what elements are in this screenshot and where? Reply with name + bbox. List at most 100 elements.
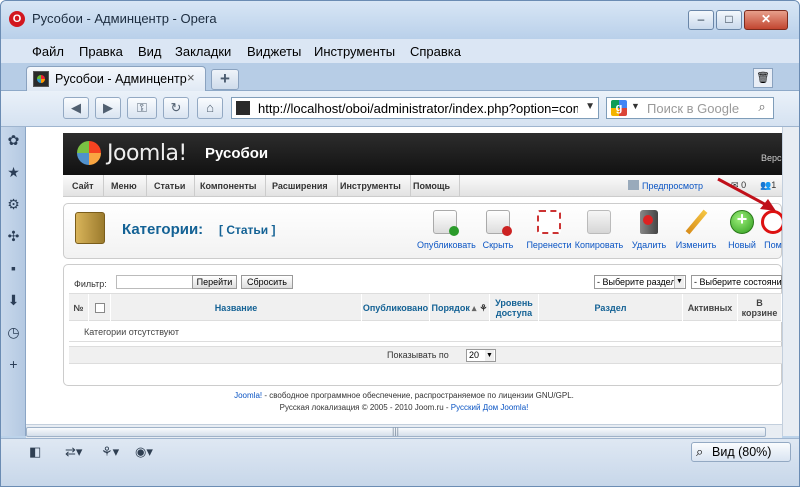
address-bar[interactable]: http://localhost/oboi/administrator/inde… — [231, 97, 599, 119]
col-select-all[interactable] — [89, 294, 111, 322]
globe-icon[interactable]: ◉▾ — [135, 443, 153, 461]
new-tab-button[interactable]: + — [211, 69, 239, 90]
col-number: № — [69, 294, 89, 322]
red-arrow-annotation — [717, 177, 776, 211]
page-size-dropdown-icon: ▼ — [485, 350, 494, 361]
close-button[interactable]: ✕ — [744, 10, 788, 30]
footer-line1: Joomla! - свободное программное обеспече… — [26, 391, 782, 400]
pagination: Показывать по 20 ▼ — [69, 346, 782, 364]
go-button[interactable]: Перейти — [192, 275, 237, 289]
opera-logo-icon: O — [9, 11, 25, 27]
search-placeholder[interactable]: Поиск в Google — [647, 101, 739, 116]
col-published[interactable]: Опубликовано — [362, 294, 430, 322]
menu-widgets[interactable]: Виджеты — [247, 44, 301, 59]
unpublish-label: Скрыть — [482, 240, 514, 250]
publish-icon — [433, 210, 459, 236]
forward-button[interactable]: ▶ — [95, 97, 121, 119]
google-engine-icon[interactable]: g — [611, 100, 627, 116]
back-button[interactable]: ◀ — [63, 97, 89, 119]
publish-label: Опубликовать — [417, 240, 476, 250]
col-section[interactable]: Раздел — [539, 294, 683, 322]
menu-view[interactable]: Вид — [138, 44, 162, 59]
col-title[interactable]: Название — [111, 294, 362, 322]
preview-link[interactable]: Предпросмотр — [628, 180, 703, 191]
menu-help[interactable]: Справка — [410, 44, 461, 59]
search-icon[interactable]: ⌕ — [753, 99, 771, 117]
state-select-value: - Выберите состояние - — [694, 277, 782, 287]
publish-button[interactable]: Опубликовать — [417, 210, 476, 250]
sync-icon[interactable]: ⇄▾ — [65, 443, 82, 461]
home-button[interactable]: ⌂ — [197, 97, 223, 119]
pencil-icon — [684, 210, 708, 234]
add-panel-icon[interactable]: + — [5, 356, 22, 373]
wand-key-button[interactable]: ⚿ — [127, 97, 157, 119]
col-access[interactable]: Уровень доступа — [490, 294, 539, 322]
site-favicon-icon — [236, 101, 250, 115]
arrow-shaft — [717, 177, 771, 209]
widgets-icon[interactable]: ⚙ — [5, 196, 22, 213]
state-select[interactable]: - Выберите состояние - — [691, 275, 782, 289]
col-trashed: В корзине — [738, 294, 782, 322]
col-order[interactable]: Порядок ▴ ⚘ — [430, 294, 490, 322]
unite-icon[interactable]: ✣ — [5, 228, 22, 245]
section-select-value: - Выберите раздел - — [597, 277, 682, 287]
joomla-menu: Сайт Меню Статьи Компоненты Расширения И… — [63, 175, 782, 197]
jmenu-site[interactable]: Сайт — [63, 175, 104, 197]
zoom-icon: ⌕ — [696, 444, 704, 459]
unpublish-icon — [486, 210, 512, 236]
side-panel: ✿ ★ ⚙ ✣ ▪ ⬇ ◷ + — [1, 127, 26, 436]
copy-icon — [587, 210, 611, 234]
save-order-icon[interactable]: ⚘ — [479, 303, 487, 313]
page-size-select[interactable]: 20 ▼ — [466, 349, 496, 362]
jmenu-extensions[interactable]: Расширения — [263, 175, 338, 197]
maximize-button[interactable]: □ — [716, 10, 742, 30]
joomla-link[interactable]: Joomla! — [234, 391, 262, 400]
address-dropdown-icon[interactable]: ▼ — [585, 101, 595, 112]
select-all-checkbox[interactable] — [94, 303, 105, 313]
footer-line2: Русская локализация © 2005 - 2010 Joom.r… — [26, 403, 782, 412]
joomla-logo-icon — [77, 141, 101, 165]
bookmarks-icon[interactable]: ★ — [5, 164, 22, 181]
menu-tools[interactable]: Инструменты — [314, 44, 395, 59]
history-icon[interactable]: ◷ — [5, 324, 22, 341]
jmenu-components[interactable]: Компоненты — [191, 175, 267, 197]
engine-dropdown-icon[interactable]: ▼ — [631, 101, 640, 111]
unite-status-icon[interactable]: ⚘▾ — [101, 443, 119, 461]
browser-window: O Русобои - Админцентр - Opera – □ ✕ Фай… — [0, 0, 800, 487]
reload-button[interactable]: ↻ — [163, 97, 189, 119]
copy-button[interactable]: Копировать — [571, 210, 627, 250]
arrow-head — [760, 199, 776, 211]
speed-dial-icon[interactable]: ✿ — [5, 132, 22, 149]
joomla-logo-text: Joomla! — [107, 141, 187, 166]
menu-edit[interactable]: Правка — [79, 44, 123, 59]
notes-icon[interactable]: ▪ — [5, 260, 22, 277]
closed-tabs-trash-icon[interactable]: 🗑 — [753, 68, 773, 88]
tab-bar: Русобои - Админцентр × + 🗑 — [1, 63, 799, 91]
joomla-ru-link[interactable]: Русский Дом Joomla! — [451, 403, 529, 412]
page-content: Joomla! Русобои Верси Сайт Меню Статьи К… — [26, 127, 782, 436]
panel-toggle-icon[interactable]: ◧ — [29, 443, 41, 461]
downloads-icon[interactable]: ⬇ — [5, 292, 22, 309]
tab-active[interactable]: Русобои - Админцентр × — [26, 66, 206, 91]
menu-file[interactable]: Файл — [32, 44, 64, 59]
preview-icon — [628, 180, 639, 190]
section-select[interactable]: - Выберите раздел - ▼ — [594, 275, 686, 289]
zoom-control[interactable]: ⌕ Вид (80%) — [691, 442, 791, 462]
tab-close-icon[interactable]: × — [187, 70, 195, 85]
move-button[interactable]: Перенести — [521, 210, 577, 250]
scroll-grip-icon: ||| — [392, 426, 400, 436]
jmenu-menus[interactable]: Меню — [102, 175, 147, 197]
jmenu-tools[interactable]: Инструменты — [331, 175, 411, 197]
unpublish-button[interactable]: Скрыть — [470, 210, 526, 250]
menu-bookmarks[interactable]: Закладки — [175, 44, 231, 59]
minimize-button[interactable]: – — [688, 10, 714, 30]
reset-button[interactable]: Сбросить — [241, 275, 293, 289]
jmenu-articles[interactable]: Статьи — [145, 175, 196, 197]
address-url[interactable]: http://localhost/oboi/administrator/inde… — [258, 101, 578, 116]
sort-icon: ▴ — [471, 303, 477, 313]
chevron-down-icon: ▼ — [674, 276, 684, 288]
vertical-scrollbar[interactable] — [782, 127, 799, 436]
search-box[interactable]: g ▼ Поиск в Google ⌕ — [606, 97, 774, 119]
jmenu-help[interactable]: Помощь — [404, 175, 461, 197]
horizontal-scrollbar[interactable]: ||| — [26, 424, 782, 438]
